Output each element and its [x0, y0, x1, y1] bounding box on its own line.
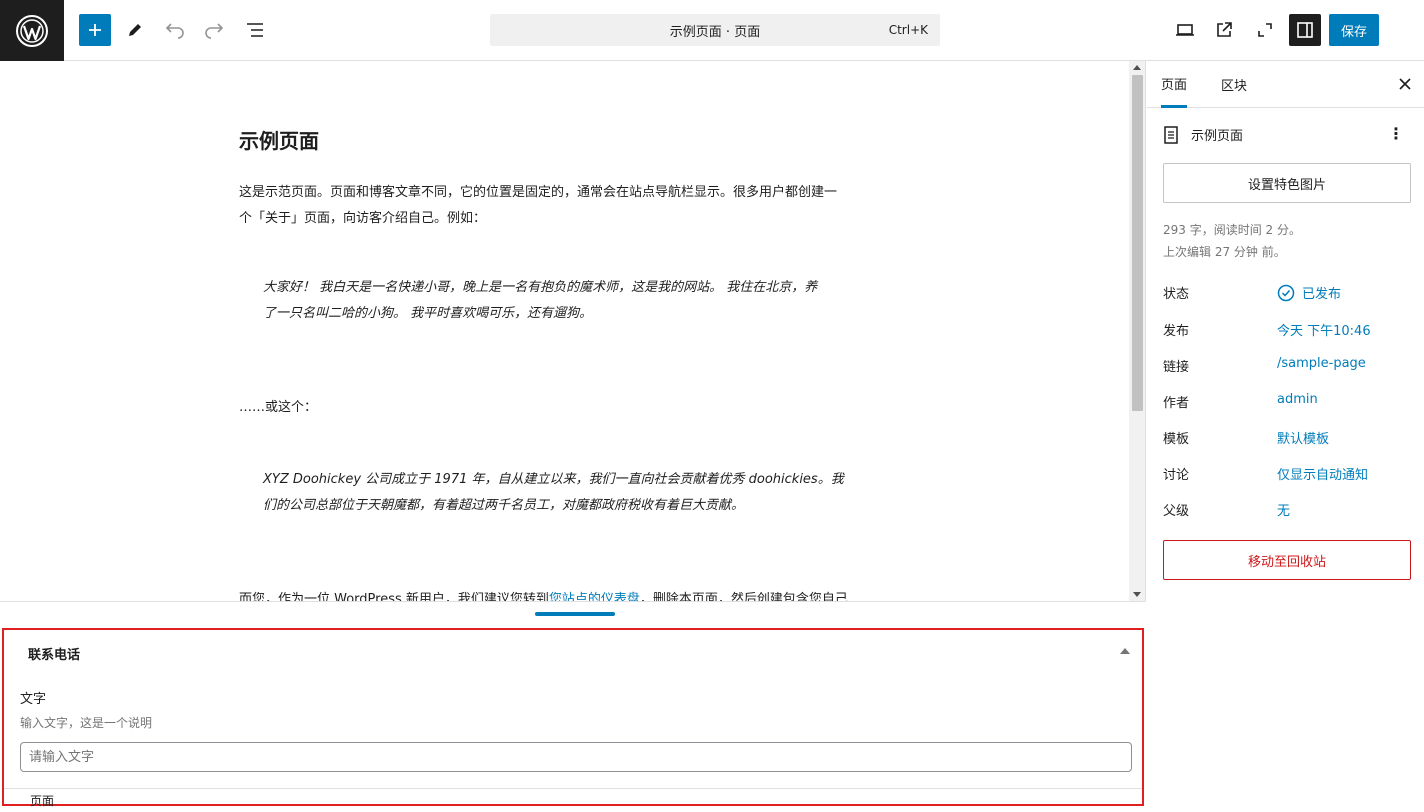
parent-row: 父级 无 [1163, 500, 1413, 520]
tab-block[interactable]: 区块 [1221, 61, 1247, 108]
view-page-button[interactable] [1208, 14, 1240, 46]
sidebar-tabs: 页面 区块 [1147, 61, 1424, 108]
post-title[interactable]: 示例页面 [239, 125, 319, 154]
scroll-down-arrow[interactable] [1133, 592, 1141, 597]
close-icon [1399, 78, 1411, 90]
paragraph-block[interactable]: ……或这个： [239, 395, 889, 421]
document-card: 示例页面 [1163, 125, 1243, 144]
quote-line: 了一只名叫二哈的小狗。 我平时喜欢喝可乐，还有遛狗。 [263, 306, 593, 321]
settings-sidebar-toggle[interactable] [1289, 14, 1321, 46]
paragraph-text: 而您，作为一位 WordPress 新用户，我们建议您转到 [239, 592, 549, 601]
undo-button[interactable] [159, 14, 191, 46]
row-label: 模板 [1163, 432, 1190, 447]
editor-header: 示例页面 · 页面 Ctrl+K 保存 [0, 0, 1424, 61]
settings-sidebar: 页面 区块 示例页面 ⋮ 设置特色图片 293 字，阅读时间 2 分。 上次编辑… [1147, 61, 1424, 812]
fullscreen-button[interactable] [1249, 14, 1281, 46]
collapse-arrow-icon[interactable] [1120, 648, 1130, 654]
author-link[interactable]: admin [1277, 392, 1318, 407]
word-count: 293 字，阅读时间 2 分。 [1163, 223, 1301, 237]
preview-button[interactable] [1169, 14, 1201, 46]
row-label: 讨论 [1163, 468, 1190, 483]
row-label: 父级 [1163, 504, 1190, 519]
paragraph-block[interactable]: 这是示范页面。页面和博客文章不同，它的位置是固定的，通常会在站点导航栏显示。很多… [239, 180, 889, 232]
field-description: 输入文字，这是一个说明 [20, 716, 153, 730]
tools-button[interactable] [119, 14, 151, 46]
scroll-up-arrow[interactable] [1133, 65, 1141, 70]
row-label: 作者 [1163, 396, 1190, 411]
page-icon [1164, 125, 1178, 144]
editor-canvas[interactable]: 示例页面 这是示范页面。页面和博客文章不同，它的位置是固定的，通常会在站点导航栏… [0, 61, 1146, 601]
save-button[interactable]: 保存 [1329, 14, 1379, 46]
paragraph-line: 个「关于」页面，向访客介绍自己。例如： [239, 211, 487, 226]
set-featured-image-button[interactable]: 设置特色图片 [1163, 163, 1411, 203]
paragraph-line: 这是示范页面。页面和博客文章不同，它的位置是固定的，通常会在站点导航栏显示。很多… [239, 185, 838, 200]
status-text: 已发布 [1302, 287, 1342, 302]
scroll-thumb[interactable] [1132, 75, 1143, 411]
canvas-scrollbar[interactable] [1129, 61, 1145, 601]
redo-icon [205, 23, 224, 39]
plus-icon [89, 24, 101, 36]
parent-link[interactable]: 无 [1277, 500, 1290, 519]
pencil-icon [129, 24, 141, 36]
published-check-icon [1277, 284, 1295, 301]
template-row: 模板 默认模板 [1163, 428, 1413, 448]
text-input[interactable] [20, 742, 1132, 772]
status-value[interactable]: 已发布 [1277, 283, 1341, 302]
fullscreen-icon [1258, 23, 1272, 37]
contact-phone-metabox: 联系电话 文字 输入文字，这是一个说明 页面 [2, 628, 1144, 809]
template-link[interactable]: 默认模板 [1277, 428, 1329, 447]
move-to-trash-button[interactable]: 移动至回收站 [1163, 540, 1411, 580]
command-palette-bar[interactable]: 示例页面 · 页面 Ctrl+K [490, 14, 940, 46]
desktop-icon [1176, 24, 1194, 36]
sidebar-icon [1297, 22, 1313, 38]
quote-block[interactable]: XYZ Doohickey 公司成立于 1971 年，自从建立以来，我们一直向社… [263, 467, 863, 519]
metabox-resize-handle[interactable] [535, 612, 615, 616]
link-row: 链接 /sample-page [1163, 356, 1413, 376]
tab-page[interactable]: 页面 [1161, 61, 1188, 108]
more-options-icon[interactable]: ⋮ [1388, 125, 1404, 143]
last-edited: 上次编辑 27 分钟 前。 [1163, 245, 1286, 259]
status-row: 状态 已发布 [1163, 283, 1413, 303]
metabox-title[interactable]: 联系电话 [28, 644, 80, 663]
quote-line: 们的公司总部位于天朝魔都，有着超过两千名员工，对魔都政府税收有着巨大贡献。 [263, 498, 745, 513]
document-card-title: 示例页面 [1191, 129, 1244, 144]
publish-row: 发布 今天 下午10:46 [1163, 320, 1413, 340]
metabox-resize-area [0, 601, 1146, 627]
metabox-divider [4, 788, 1142, 789]
quote-line: 大家好！ 我白天是一名快递小哥，晚上是一名有抱负的魔术师，这是我的网站。 我住在… [263, 280, 818, 295]
row-label: 链接 [1163, 360, 1190, 375]
author-row: 作者 admin [1163, 392, 1413, 412]
close-sidebar-button[interactable] [1396, 75, 1414, 93]
discussion-link[interactable]: 仅显示自动通知 [1277, 464, 1368, 483]
undo-icon [165, 23, 184, 39]
paragraph-text: ，删除本页面，然后创建包含您自己 [639, 592, 848, 601]
list-view-icon [247, 23, 263, 37]
wordpress-icon [16, 14, 48, 47]
discussion-row: 讨论 仅显示自动通知 [1163, 464, 1413, 484]
external-link-icon [1217, 22, 1232, 37]
wordpress-logo-button[interactable] [0, 0, 64, 61]
paragraph-block[interactable]: 而您，作为一位 WordPress 新用户，我们建议您转到您站点的仪表盘，删除本… [239, 587, 889, 601]
dashboard-link[interactable]: 您站点的仪表盘 [549, 592, 640, 601]
row-label: 状态 [1163, 287, 1190, 302]
next-panel-label[interactable]: 页面 [30, 792, 54, 809]
command-shortcut: Ctrl+K [888, 23, 928, 37]
add-block-button[interactable] [79, 14, 111, 46]
field-label: 文字 [20, 692, 47, 707]
row-label: 发布 [1163, 324, 1190, 339]
document-title: 示例页面 · 页面 [669, 24, 761, 40]
publish-date-link[interactable]: 今天 下午10:46 [1277, 320, 1371, 339]
permalink-link[interactable]: /sample-page [1277, 356, 1366, 371]
redo-button[interactable] [198, 14, 230, 46]
document-overview-button[interactable] [239, 14, 271, 46]
quote-line: XYZ Doohickey 公司成立于 1971 年，自从建立以来，我们一直向社… [263, 472, 844, 487]
quote-block[interactable]: 大家好！ 我白天是一名快递小哥，晚上是一名有抱负的魔术师，这是我的网站。 我住在… [263, 275, 863, 327]
